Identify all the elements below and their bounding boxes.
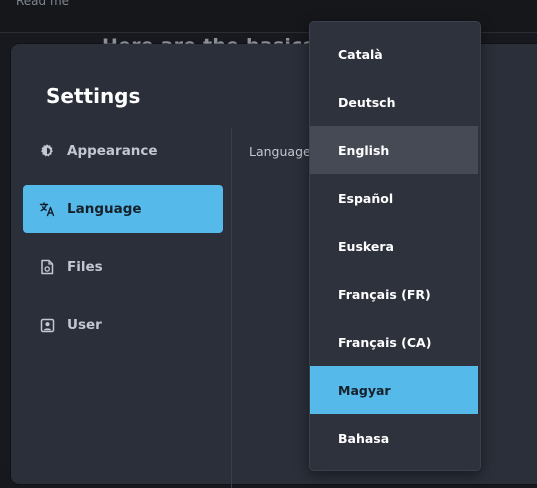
- language-option-francais-fr[interactable]: Français (FR): [310, 270, 478, 318]
- user-icon: [38, 316, 56, 334]
- language-option-espanol[interactable]: Español: [310, 174, 478, 222]
- language-option-bahasa[interactable]: Bahasa: [310, 414, 478, 462]
- settings-title: Settings: [46, 84, 140, 108]
- sidebar-item-label: Appearance: [67, 143, 158, 159]
- translate-icon: [38, 200, 56, 218]
- language-option-english[interactable]: English: [310, 126, 478, 174]
- language-option-deutsch[interactable]: Deutsch: [310, 78, 478, 126]
- language-option-catala[interactable]: Català: [310, 30, 478, 78]
- language-dropdown[interactable]: Català Deutsch English Español Euskera F…: [309, 21, 481, 471]
- gear-icon: [38, 142, 56, 160]
- language-option-magyar[interactable]: Magyar: [310, 366, 478, 414]
- sidebar-item-language[interactable]: Language: [23, 185, 223, 233]
- language-field-label: Language: [249, 144, 311, 159]
- language-option-euskera[interactable]: Euskera: [310, 222, 478, 270]
- sidebar-item-label: Language: [67, 201, 142, 217]
- sidebar-item-files[interactable]: Files: [23, 243, 223, 291]
- language-option-francais-ca[interactable]: Français (CA): [310, 318, 478, 366]
- file-icon: [38, 258, 56, 276]
- sidebar-item-appearance[interactable]: Appearance: [23, 127, 223, 175]
- sidebar-item-label: User: [67, 317, 102, 333]
- sidebar-divider: [231, 128, 232, 488]
- sidebar-item-user[interactable]: User: [23, 301, 223, 349]
- readme-link: Read me: [16, 0, 69, 8]
- sidebar-item-label: Files: [67, 259, 103, 275]
